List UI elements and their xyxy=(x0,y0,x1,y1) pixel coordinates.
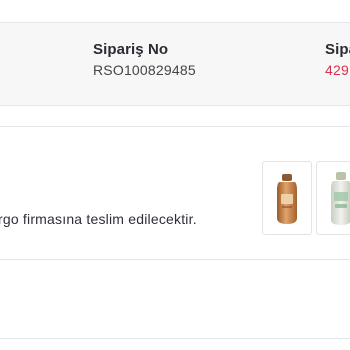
conditioner-bottle-icon xyxy=(331,172,350,225)
product-thumbnail-1[interactable] xyxy=(262,161,312,235)
product-thumbnail-2[interactable] xyxy=(316,161,350,235)
order-total-value: 429 xyxy=(325,62,349,78)
order-detail-page: Sipariş No RSO100829485 Sipa 429 rgo fir… xyxy=(0,0,350,350)
order-total-label: Sipa xyxy=(325,41,350,58)
order-number-value: RSO100829485 xyxy=(93,62,196,78)
order-total-field: Sipa 429 xyxy=(325,41,350,78)
content-empty-area xyxy=(0,260,350,338)
order-number-field: Sipariş No RSO100829485 xyxy=(93,41,196,78)
shipment-panel: rgo firmasına teslim edilecektir. xyxy=(0,126,350,260)
order-number-label: Sipariş No xyxy=(93,41,169,58)
shipment-status-text: rgo firmasına teslim edilecektir. xyxy=(0,211,197,227)
order-summary-bar: Sipariş No RSO100829485 Sipa 429 xyxy=(0,22,350,106)
shampoo-bottle-icon xyxy=(277,174,297,224)
bottom-divider xyxy=(0,338,350,339)
